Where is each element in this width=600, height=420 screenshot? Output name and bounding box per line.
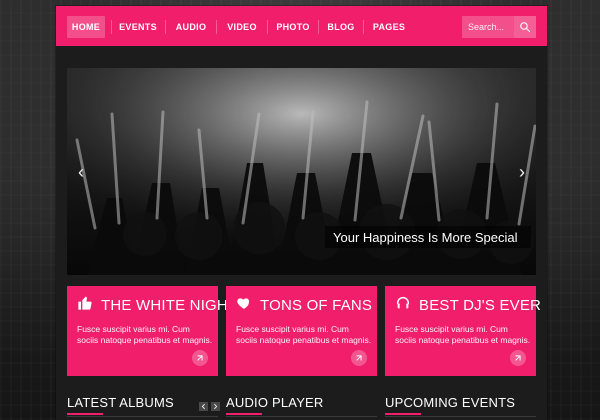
feature-card-best-djs: BEST DJ'S EVER Fusce suscipit varius mi.…	[385, 286, 541, 376]
section-audio-player: AUDIO PLAYER	[226, 395, 377, 419]
section-title: UPCOMING EVENTS	[385, 395, 516, 410]
nav-separator	[111, 20, 112, 34]
nav-pages-label: PAGES	[372, 22, 406, 32]
section-title: AUDIO PLAYER	[226, 395, 324, 410]
nav-audio[interactable]: AUDIO	[171, 16, 211, 38]
section-divider	[226, 416, 377, 417]
section-latest-albums: LATEST ALBUMS	[67, 395, 220, 419]
nav-blog[interactable]: BLOG	[324, 16, 358, 38]
site-container: HOME EVENTS AUDIO VIDEO PHOTO BLOG PAGES	[56, 6, 547, 420]
nav-separator	[318, 20, 319, 34]
feature-title: THE WHITE NIGHT	[77, 295, 237, 315]
section-divider	[67, 416, 218, 417]
search-box	[462, 16, 536, 38]
section-underline	[226, 413, 262, 415]
feature-title: BEST DJ'S EVER	[395, 295, 541, 315]
nav-photo-label: PHOTO	[276, 22, 310, 32]
feature-description: Fusce suscipit varius mi. Cum sociis nat…	[236, 324, 372, 345]
nav-video[interactable]: VIDEO	[222, 16, 262, 38]
feature-description: Fusce suscipit varius mi. Cum sociis nat…	[395, 324, 531, 345]
heart-icon	[236, 295, 252, 315]
feature-card-white-night: THE WHITE NIGHT Fusce suscipit varius mi…	[67, 286, 237, 376]
top-navigation: HOME EVENTS AUDIO VIDEO PHOTO BLOG PAGES	[56, 6, 547, 46]
chevron-right-icon: ›	[519, 161, 525, 182]
nav-blog-label: BLOG	[327, 22, 355, 32]
hero-caption: Your Happiness Is More Special	[325, 226, 531, 248]
hero-slider: ‹ › Your Happiness Is More Special	[67, 68, 536, 275]
nav-separator	[165, 20, 166, 34]
nav-audio-label: AUDIO	[175, 22, 207, 32]
headphones-icon	[395, 295, 411, 315]
section-underline	[67, 413, 103, 415]
album-carousel-controls	[199, 402, 220, 411]
feature-more-button[interactable]	[351, 350, 367, 366]
album-prev-button[interactable]	[199, 402, 208, 411]
hero-caption-text: Your Happiness Is More Special	[333, 229, 518, 245]
hero-prev-button[interactable]: ‹	[73, 160, 89, 184]
thumbs-up-icon	[77, 295, 93, 315]
nav-events-label: EVENTS	[119, 22, 157, 32]
nav-separator	[363, 20, 364, 34]
nav-separator	[216, 20, 217, 34]
nav-photo[interactable]: PHOTO	[273, 16, 313, 38]
feature-title-text: BEST DJ'S EVER	[419, 296, 542, 314]
feature-description: Fusce suscipit varius mi. Cum sociis nat…	[77, 324, 213, 345]
feature-title-text: TONS OF FANS	[260, 296, 373, 314]
section-divider	[385, 416, 536, 417]
feature-more-button[interactable]	[510, 350, 526, 366]
nav-events[interactable]: EVENTS	[116, 16, 160, 38]
section-upcoming-events: UPCOMING EVENTS	[385, 395, 536, 419]
feature-card-tons-of-fans: TONS OF FANS Fusce suscipit varius mi. C…	[226, 286, 377, 376]
feature-more-button[interactable]	[192, 350, 208, 366]
album-next-button[interactable]	[211, 402, 220, 411]
nav-pages[interactable]: PAGES	[369, 16, 409, 38]
nav-home-label: HOME	[71, 22, 101, 32]
nav-home[interactable]: HOME	[67, 16, 105, 38]
nav-video-label: VIDEO	[227, 22, 257, 32]
feature-title: TONS OF FANS	[236, 295, 372, 315]
section-underline	[385, 413, 421, 415]
hero-next-button[interactable]: ›	[514, 160, 530, 184]
section-title: LATEST ALBUMS	[67, 395, 174, 410]
search-icon[interactable]	[514, 16, 536, 38]
feature-title-text: THE WHITE NIGHT	[101, 296, 238, 314]
nav-separator	[267, 20, 268, 34]
chevron-left-icon: ‹	[78, 161, 84, 182]
